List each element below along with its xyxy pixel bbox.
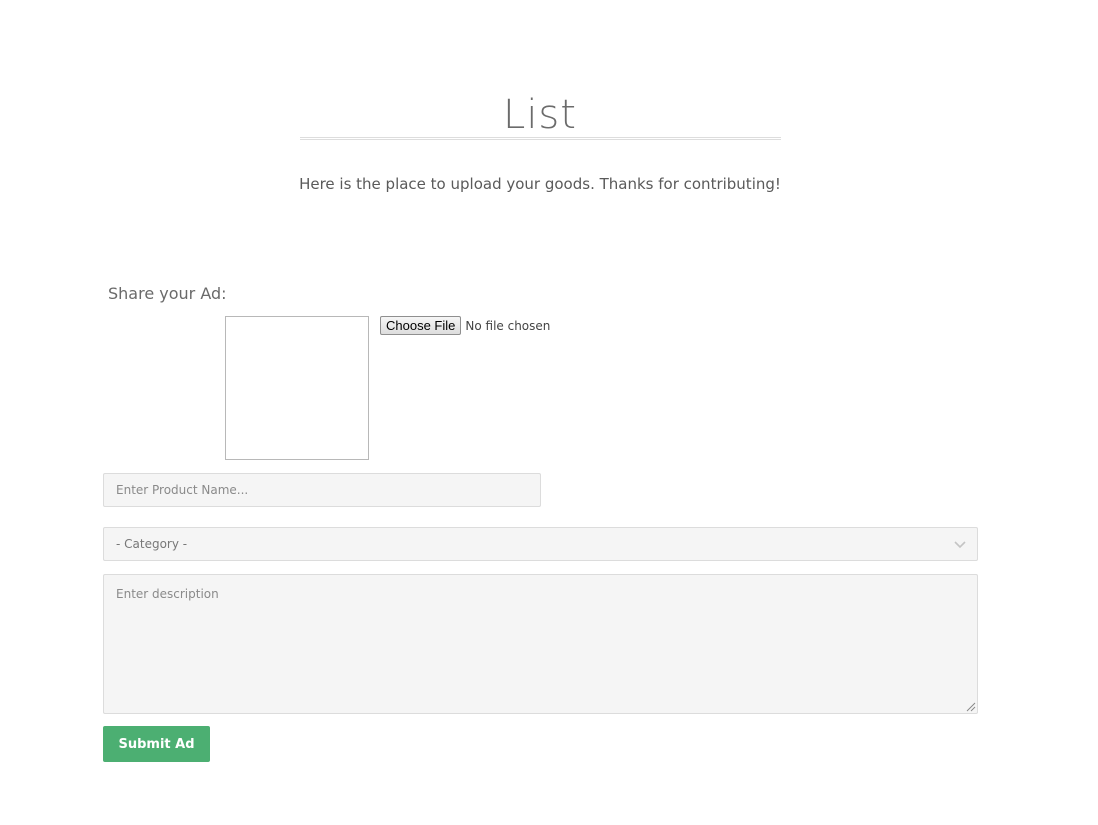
intro-text: Here is the place to upload your goods. …: [299, 175, 781, 193]
description-textarea[interactable]: [103, 574, 978, 714]
file-upload[interactable]: Choose File No file chosen: [380, 316, 550, 335]
page-title: List: [503, 91, 577, 138]
choose-file-button[interactable]: Choose File: [380, 316, 462, 335]
product-name-input[interactable]: [103, 473, 541, 507]
share-ad-label: Share your Ad:: [108, 284, 227, 303]
file-status-text: No file chosen: [465, 318, 551, 333]
resize-grip-icon[interactable]: [966, 702, 976, 712]
category-select[interactable]: - Category -: [103, 527, 978, 561]
image-preview: [225, 316, 369, 460]
title-divider: [300, 137, 781, 140]
chevron-down-icon: [954, 541, 966, 549]
submit-ad-button[interactable]: Submit Ad: [103, 726, 210, 762]
category-selected-value: - Category -: [116, 537, 188, 551]
